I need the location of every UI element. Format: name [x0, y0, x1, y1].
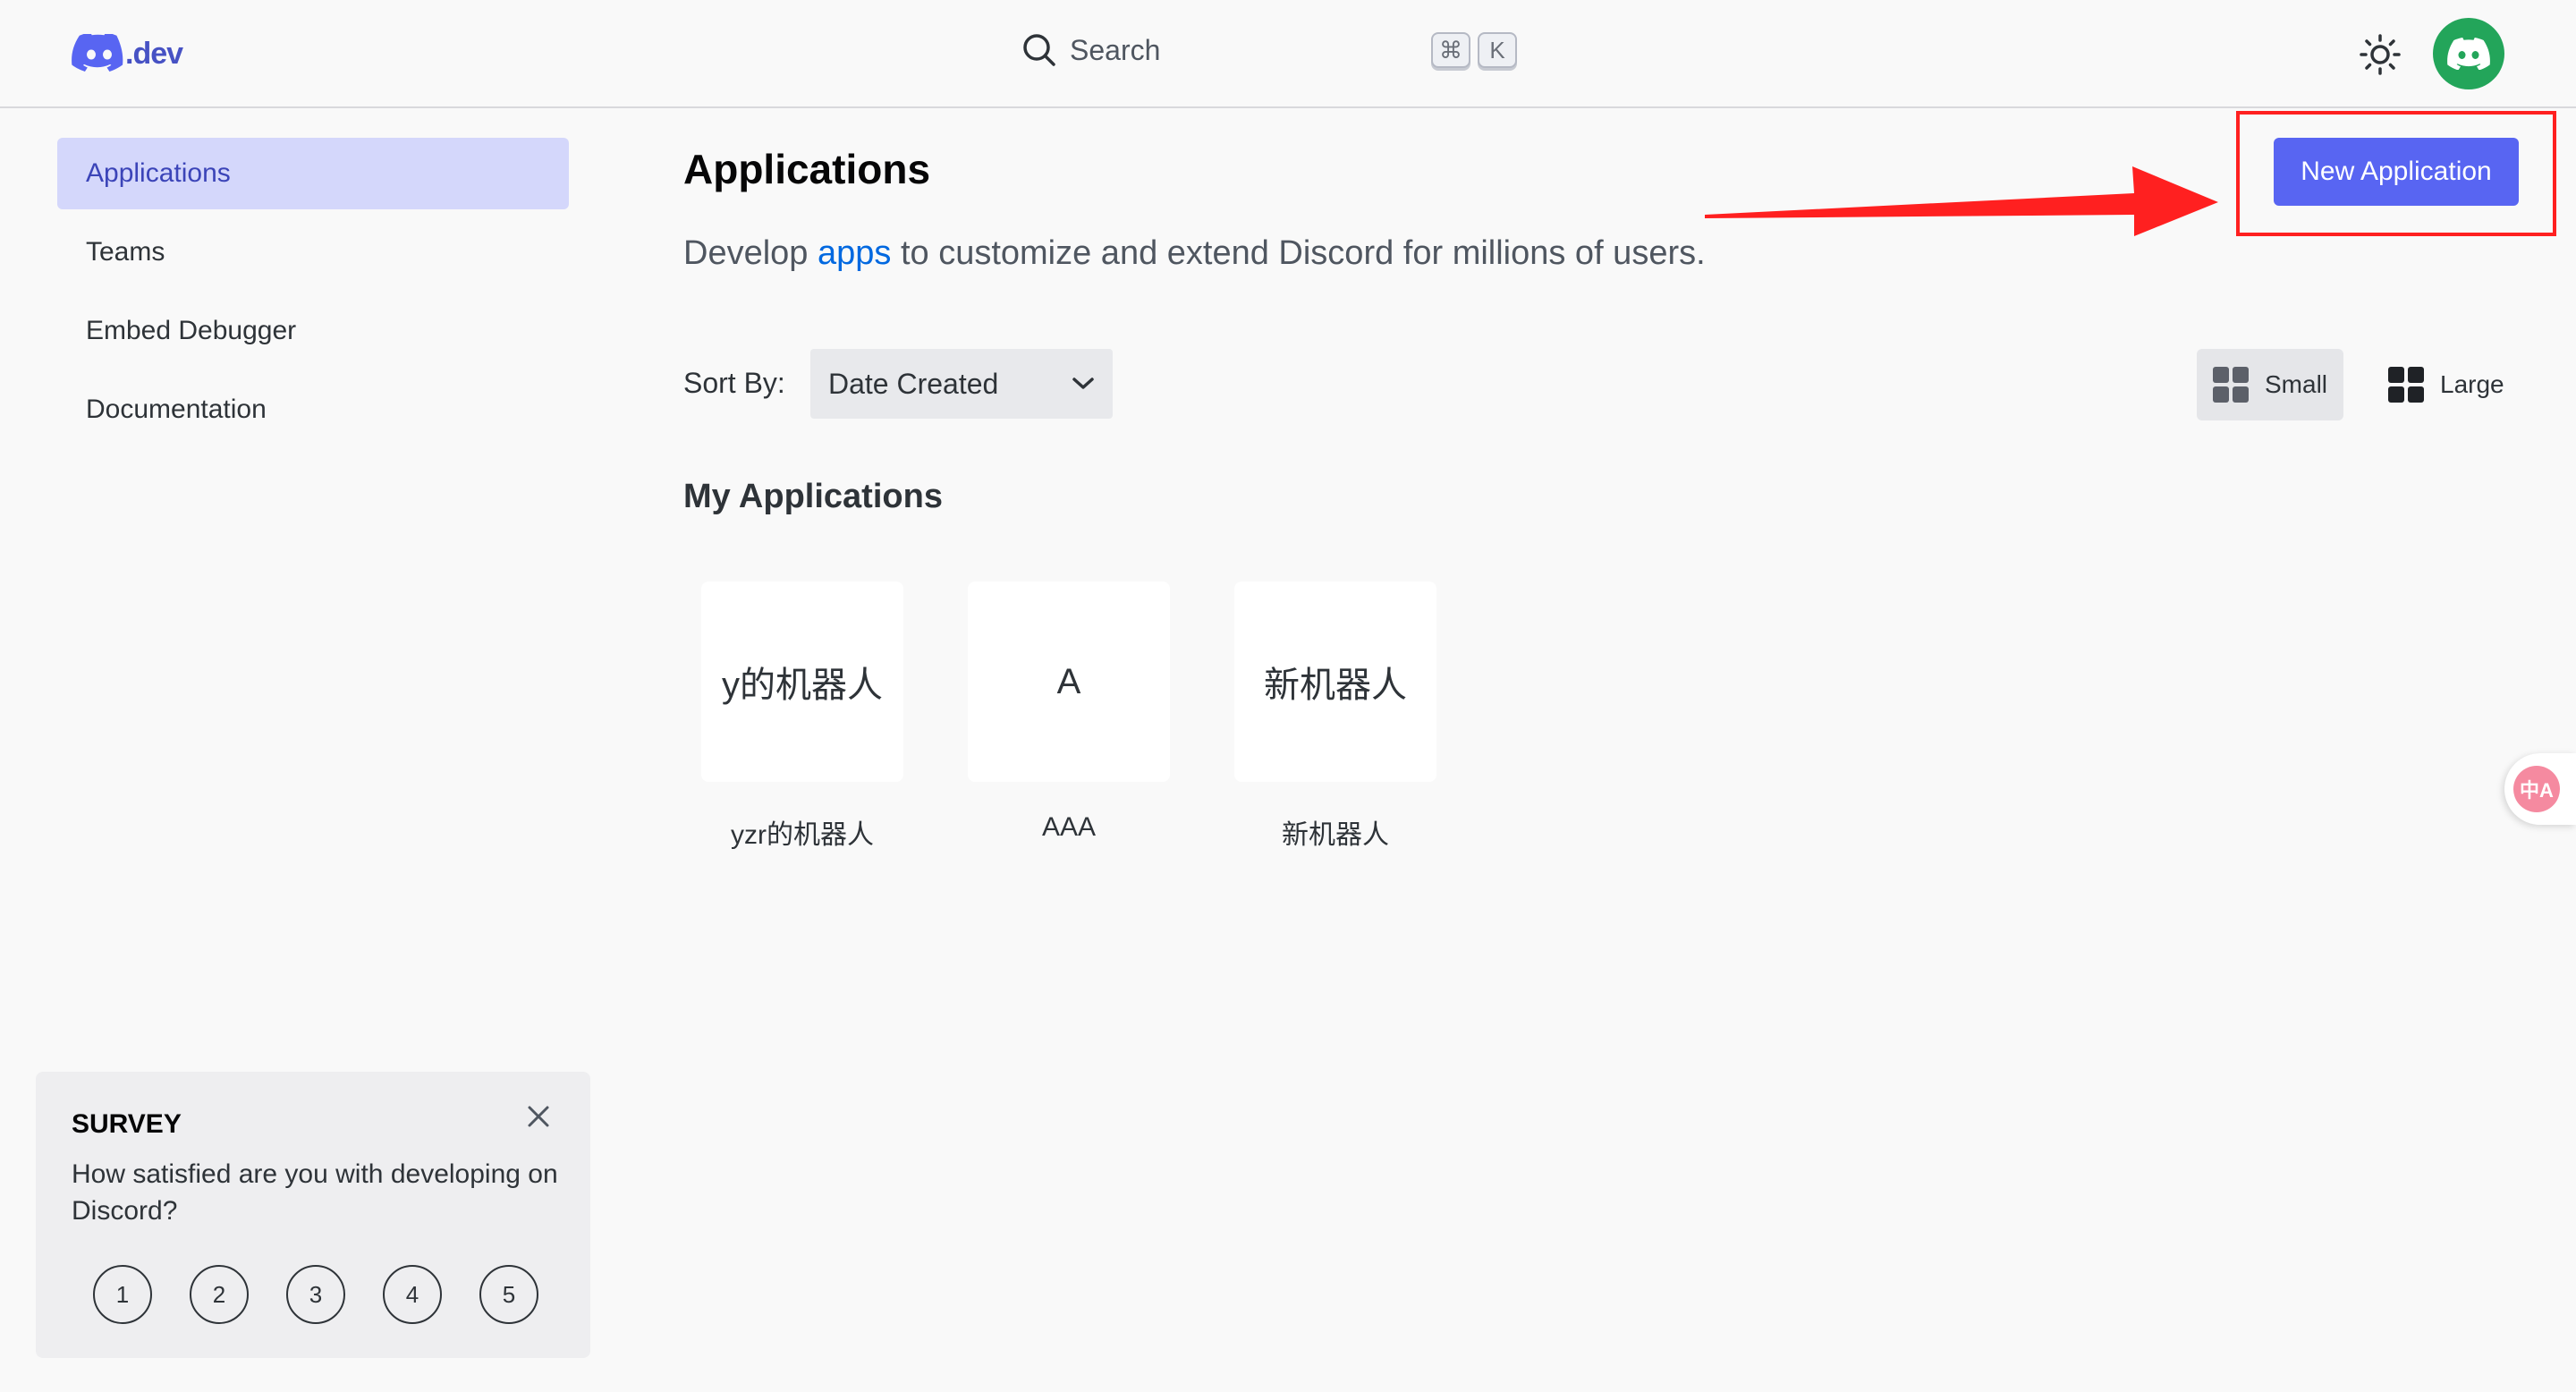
sidebar-item-embed-debugger[interactable]: Embed Debugger: [57, 295, 569, 367]
rating-option-3[interactable]: 3: [286, 1265, 345, 1324]
my-applications-heading: My Applications: [683, 478, 943, 515]
survey-panel: SURVEY How satisfied are you with develo…: [36, 1072, 590, 1358]
page-subtitle: Develop apps to customize and extend Dis…: [683, 234, 1706, 273]
grid-large-icon: [2388, 367, 2424, 403]
rating-option-2[interactable]: 2: [190, 1265, 249, 1324]
view-large-button[interactable]: Large: [2374, 349, 2517, 420]
translate-floating-button[interactable]: 中A: [2504, 753, 2576, 825]
theme-toggle-button[interactable]: [2358, 32, 2402, 81]
app-name: 新机器人: [1282, 820, 1389, 850]
close-icon: [528, 1106, 549, 1127]
search-label: Search: [1070, 33, 1161, 66]
sun-icon: [2360, 34, 2401, 75]
rating-option-4[interactable]: 4: [383, 1265, 442, 1324]
new-application-button[interactable]: New Application: [2274, 138, 2519, 206]
sort-selected-value: Date Created: [828, 367, 999, 400]
sidebar-item-documentation[interactable]: Documentation: [57, 374, 569, 446]
rating-option-5[interactable]: 5: [479, 1265, 538, 1324]
grid-small-icon: [2213, 367, 2249, 403]
view-small-button[interactable]: Small: [2197, 349, 2343, 420]
survey-question: How satisfied are you with developing on…: [72, 1159, 558, 1226]
apps-link[interactable]: apps: [818, 234, 891, 272]
user-avatar[interactable]: [2433, 18, 2504, 89]
survey-title: SURVEY: [72, 1109, 182, 1139]
app-card[interactable]: A AAA: [968, 581, 1170, 843]
view-large-label: Large: [2440, 370, 2504, 398]
app-name: AAA: [1041, 812, 1097, 842]
discord-logo-icon: [72, 34, 123, 72]
top-header: .dev Search ⌘ K: [0, 0, 2576, 108]
survey-rating-row: 1 2 3 4 5: [93, 1265, 538, 1324]
discord-avatar-icon: [2447, 38, 2490, 70]
sidebar-item-teams[interactable]: Teams: [57, 216, 569, 288]
app-name: yzr的机器人: [731, 820, 874, 850]
app-icon: A: [968, 581, 1170, 782]
search-shortcut: ⌘ K: [1431, 32, 1517, 68]
view-small-label: Small: [2265, 370, 2328, 398]
page-title: Applications: [683, 146, 931, 192]
chevron-down-icon: [1072, 378, 1094, 389]
translate-icon: 中A: [2513, 766, 2560, 812]
search-trigger[interactable]: Search: [1021, 32, 1160, 68]
app-icon: 新机器人: [1234, 581, 1436, 782]
sort-by-label: Sort By:: [683, 367, 785, 399]
rating-option-1[interactable]: 1: [93, 1265, 152, 1324]
app-icon: y的机器人: [701, 581, 903, 782]
discord-dev-logo[interactable]: .dev: [72, 34, 183, 73]
logo-suffix: .dev: [125, 36, 183, 71]
subtitle-text-pre: Develop: [683, 234, 818, 272]
sort-select[interactable]: Date Created: [810, 349, 1113, 419]
annotation-arrow: [1705, 166, 2218, 236]
subtitle-text-post: to customize and extend Discord for mill…: [891, 234, 1706, 272]
app-card[interactable]: y的机器人 yzr的机器人: [701, 581, 903, 852]
search-icon: [1023, 34, 1055, 66]
survey-close-button[interactable]: [526, 1104, 551, 1133]
sidebar-item-applications[interactable]: Applications: [57, 138, 569, 209]
k-key: K: [1478, 32, 1517, 68]
cmd-key: ⌘: [1431, 32, 1470, 68]
app-card[interactable]: 新机器人 新机器人: [1234, 581, 1436, 852]
